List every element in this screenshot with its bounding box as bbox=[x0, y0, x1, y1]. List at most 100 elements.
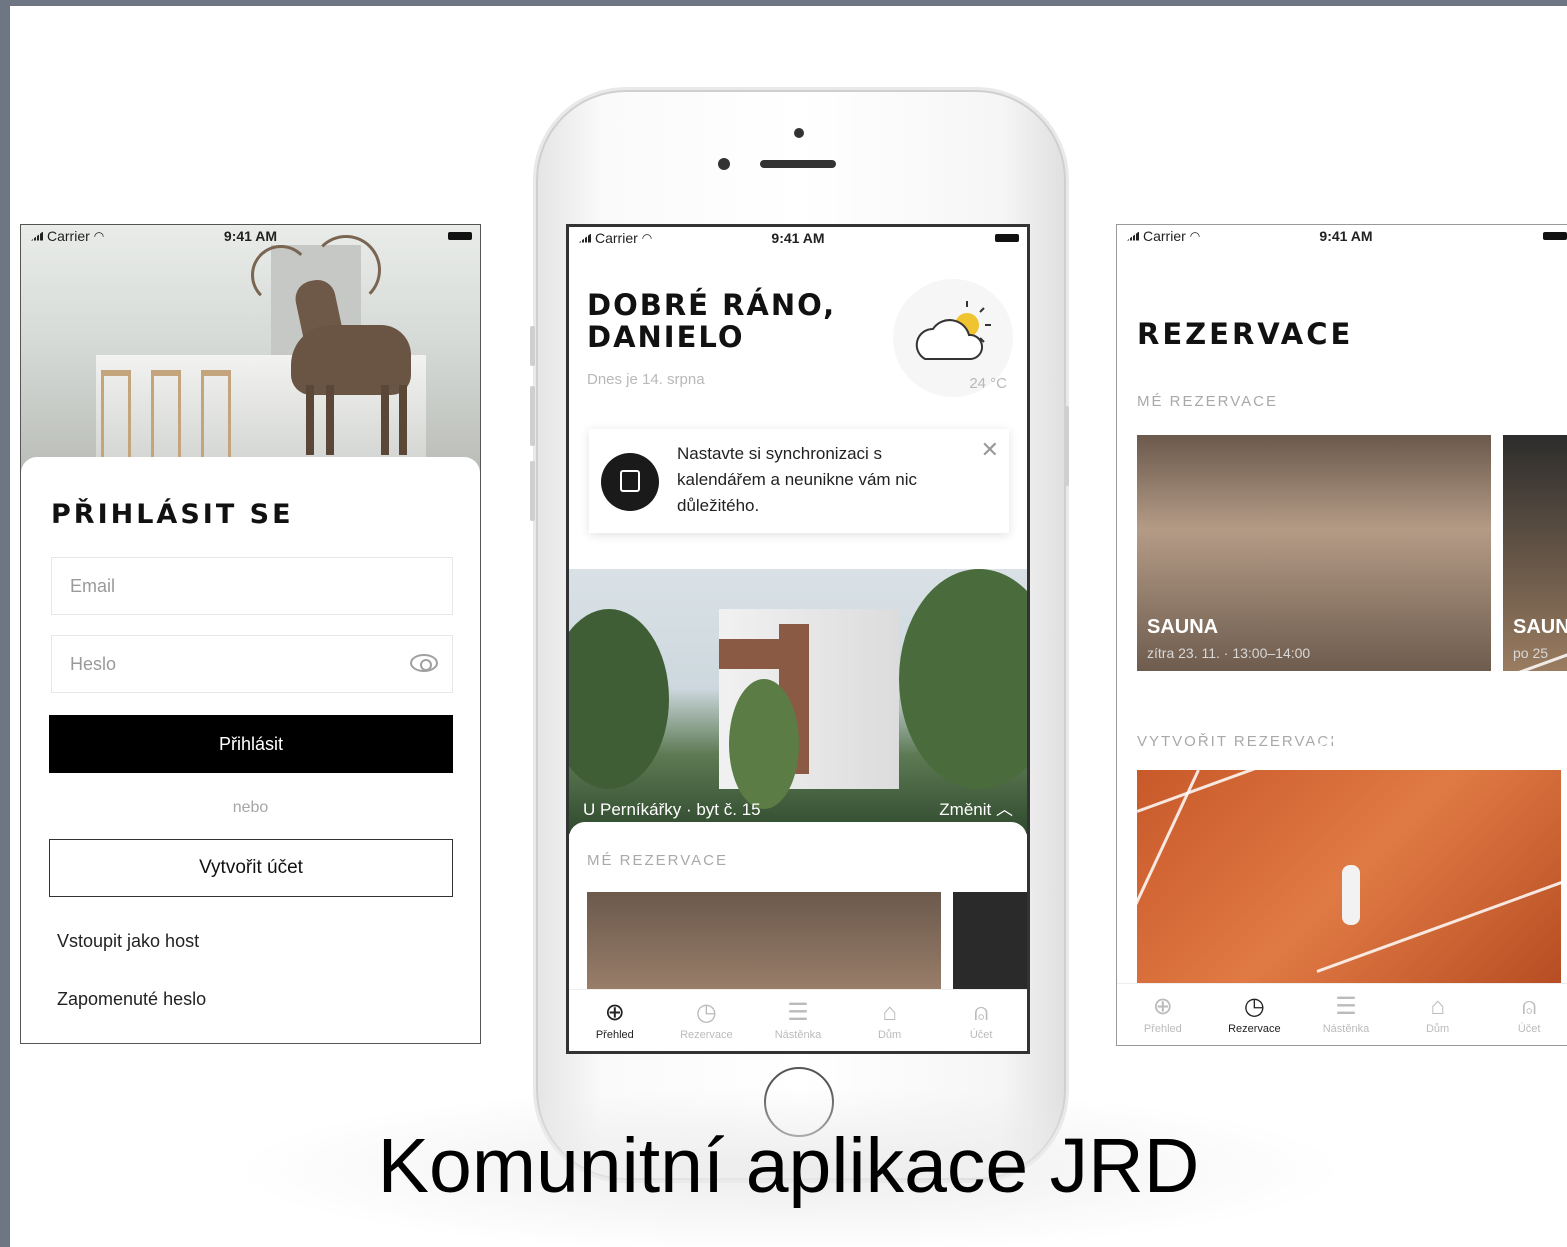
tab-label: Dům bbox=[1425, 1022, 1450, 1035]
guest-link[interactable]: Vstoupit jako host bbox=[57, 931, 199, 952]
speaker-grille bbox=[760, 160, 836, 168]
status-bar: Carrier ◠ 9:41 AM bbox=[21, 225, 480, 247]
tab-bar: ⊕ Přehled ◷ Rezervace ☰ Nástěnka ⌂ Dům ⍝ Účet bbox=[1117, 983, 1567, 1045]
create-account-button[interactable]: Vytvořit účet bbox=[49, 839, 453, 897]
carrier-label: Carrier bbox=[595, 230, 638, 246]
tab-rezervace[interactable]: ◷ Rezervace bbox=[1209, 984, 1301, 1045]
mute-switch bbox=[530, 326, 535, 366]
building-photo: U Perníkářky · byt č. 15 Změnit ︿ bbox=[569, 569, 1027, 834]
tab-přehled[interactable]: ⊕ Přehled bbox=[1117, 984, 1209, 1045]
status-time: 9:41 AM bbox=[1319, 228, 1373, 244]
list-icon: ☰ bbox=[1335, 992, 1357, 1020]
volume-down-button bbox=[530, 461, 535, 521]
change-label: Změnit bbox=[939, 800, 992, 819]
my-reservations-label: MÉ REZERVACE bbox=[1137, 393, 1278, 410]
house-icon: ⌂ bbox=[882, 998, 897, 1026]
tab-label: Rezervace bbox=[1228, 1022, 1281, 1035]
tab-label: Účet bbox=[969, 1028, 993, 1041]
password-field[interactable] bbox=[51, 635, 453, 693]
slide-canvas: Carrier ◠ 9:41 AM PŘIHLÁSIT SE Přihlásit… bbox=[10, 6, 1567, 1247]
temperature-label: 24 °C bbox=[969, 375, 1007, 392]
tab-label: Účet bbox=[1517, 1022, 1541, 1035]
sensor-dot bbox=[718, 158, 730, 170]
tab-label: Dům bbox=[877, 1028, 902, 1041]
email-input[interactable] bbox=[70, 575, 370, 597]
tab-label: Nástěnka bbox=[774, 1028, 822, 1041]
wifi-icon: ◠ bbox=[93, 229, 105, 243]
battery-icon bbox=[995, 234, 1019, 242]
change-apartment-button[interactable]: Změnit ︿ bbox=[939, 795, 1013, 820]
chevron-up-icon: ︿ bbox=[996, 800, 1013, 819]
clock-icon: ◷ bbox=[1243, 992, 1265, 1020]
greeting-line-2: DANIELO bbox=[587, 320, 745, 354]
tab-dům[interactable]: ⌂ Dům bbox=[844, 990, 936, 1051]
tab-rezervace[interactable]: ◷ Rezervace bbox=[661, 990, 753, 1051]
reservation-time: zítra 23. 11. · 13:00–14:00 bbox=[1147, 645, 1311, 661]
tab-nástěnka[interactable]: ☰ Nástěnka bbox=[752, 990, 844, 1051]
home-screen: Carrier ◠ 9:41 AM DOBRÉ RÁNO, DANIELO Dn… bbox=[566, 224, 1030, 1054]
tab-bar: ⊕ Přehled ◷ Rezervace ☰ Nástěnka ⌂ Dům ⍝ Účet bbox=[569, 989, 1027, 1051]
status-bar: Carrier ◠ 9:41 AM bbox=[1117, 225, 1567, 247]
status-time: 9:41 AM bbox=[223, 228, 278, 244]
tab-účet[interactable]: ⍝ Účet bbox=[935, 990, 1027, 1051]
signal-icon bbox=[1127, 231, 1139, 241]
wifi-icon: ◠ bbox=[641, 231, 653, 245]
eye-icon[interactable] bbox=[410, 654, 438, 672]
tab-label: Nástěnka bbox=[1322, 1022, 1370, 1035]
volume-up-button bbox=[530, 386, 535, 446]
signal-icon bbox=[31, 231, 43, 241]
tab-nástěnka[interactable]: ☰ Nástěnka bbox=[1300, 984, 1392, 1045]
status-bar: Carrier ◠ 9:41 AM bbox=[569, 227, 1027, 249]
login-button[interactable]: Přihlásit bbox=[49, 715, 453, 773]
tennis-player bbox=[1342, 865, 1360, 925]
reservation-name: SAUN bbox=[1513, 616, 1567, 638]
address-label: U Perníkářky · byt č. 15 bbox=[583, 800, 761, 819]
globe-icon: ⊕ bbox=[604, 998, 625, 1026]
user-icon: ⍝ bbox=[973, 998, 989, 1026]
close-icon[interactable]: ✕ bbox=[981, 437, 999, 463]
date-subtitle: Dnes je 14. srpna bbox=[587, 371, 705, 388]
reservations-screen: Carrier ◠ 9:41 AM REZERVACE MÉ REZERVACE… bbox=[1116, 224, 1567, 1046]
tab-label: Přehled bbox=[595, 1028, 634, 1041]
slide-caption: Komunitní aplikace JRD bbox=[377, 1123, 1200, 1209]
user-icon: ⍝ bbox=[1521, 992, 1537, 1020]
tab-label: Rezervace bbox=[680, 1028, 733, 1041]
sauna-reservation-card[interactable]: SAUNA zítra 23. 11. · 13:00–14:00 bbox=[1137, 435, 1491, 671]
battery-icon bbox=[448, 232, 472, 240]
login-screen: Carrier ◠ 9:41 AM PŘIHLÁSIT SE Přihlásit… bbox=[20, 224, 481, 1044]
or-separator: nebo bbox=[232, 799, 269, 816]
sauna-reservation-card-2[interactable]: SAUN po 25 bbox=[1503, 435, 1567, 671]
email-field[interactable] bbox=[51, 557, 453, 615]
notice-text: Nastavte si synchronizaci s kalendářem a… bbox=[677, 444, 918, 515]
battery-icon bbox=[1543, 232, 1567, 240]
forgot-password-link[interactable]: Zapomenuté heslo bbox=[57, 989, 206, 1010]
greeting-line-1: DOBRÉ RÁNO, bbox=[587, 288, 837, 322]
carrier-label: Carrier bbox=[1143, 228, 1186, 244]
tab-účet[interactable]: ⍝ Účet bbox=[1483, 984, 1567, 1045]
kitchen-deer-photo: Carrier ◠ 9:41 AM bbox=[21, 225, 480, 475]
my-reservations-label: MÉ REZERVACE bbox=[587, 852, 728, 869]
status-time: 9:41 AM bbox=[771, 230, 825, 246]
reservation-name: SAUNA bbox=[1147, 616, 1219, 638]
camera-dot bbox=[794, 128, 804, 138]
tab-label: Přehled bbox=[1143, 1022, 1182, 1035]
tab-přehled[interactable]: ⊕ Přehled bbox=[569, 990, 661, 1051]
tennis-court-photo[interactable] bbox=[1117, 632, 1567, 1007]
list-icon: ☰ bbox=[787, 998, 809, 1026]
globe-icon: ⊕ bbox=[1152, 992, 1173, 1020]
reservation-time: po 25 bbox=[1513, 645, 1549, 661]
login-card: PŘIHLÁSIT SE Přihlásit nebo Vytvořit úče… bbox=[21, 457, 480, 1043]
tab-dům[interactable]: ⌂ Dům bbox=[1392, 984, 1484, 1045]
reservations-title: REZERVACE bbox=[1137, 317, 1354, 351]
calendar-sync-notice: Nastavte si synchronizaci s kalendářem a… bbox=[589, 429, 1009, 533]
carrier-label: Carrier bbox=[47, 228, 90, 244]
login-title: PŘIHLÁSIT SE bbox=[51, 499, 294, 530]
wifi-icon: ◠ bbox=[1189, 229, 1201, 243]
signal-icon bbox=[579, 233, 591, 243]
password-input[interactable] bbox=[70, 653, 370, 675]
calendar-icon bbox=[601, 453, 659, 511]
house-icon: ⌂ bbox=[1430, 992, 1445, 1020]
clock-icon: ◷ bbox=[695, 998, 717, 1026]
greeting-heading: DOBRÉ RÁNO, DANIELO bbox=[587, 289, 836, 353]
power-button bbox=[1064, 406, 1069, 486]
